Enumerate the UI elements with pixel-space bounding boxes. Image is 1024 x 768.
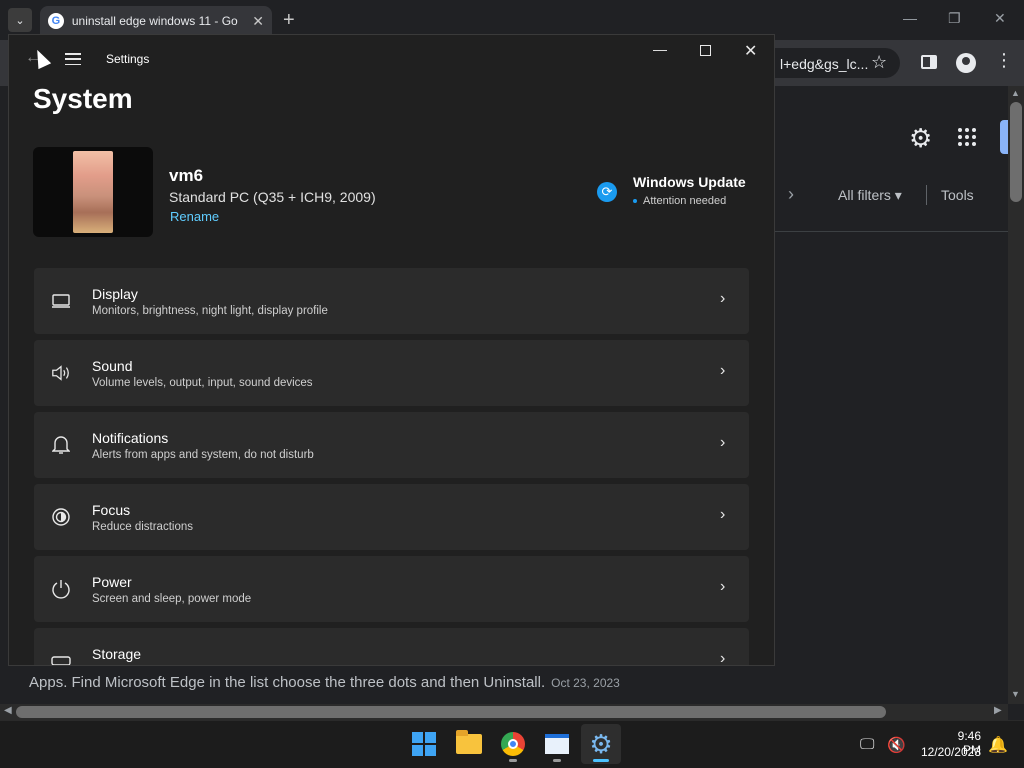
browser-tab[interactable]: G uninstall edge windows 11 - Go ✕ <box>40 6 272 36</box>
settings-item-focus[interactable]: Focus Reduce distractions › <box>34 484 749 550</box>
scroll-right-arrow-icon[interactable]: ▶ <box>994 705 1002 716</box>
power-icon <box>51 579 71 599</box>
browser-close-icon[interactable]: ✕ <box>994 10 1006 27</box>
new-tab-button[interactable]: + <box>283 9 295 32</box>
horizontal-scrollbar-thumb[interactable] <box>16 706 886 718</box>
chevron-right-icon: › <box>720 434 726 451</box>
clock-date[interactable]: 12/20/2023 <box>917 745 981 759</box>
settings-item-description: Reduce distractions <box>92 521 193 533</box>
chevron-right-icon: › <box>720 506 726 523</box>
hamburger-menu-icon[interactable] <box>65 53 81 65</box>
all-filters-button[interactable]: All filters ▾ <box>838 187 902 204</box>
focus-icon <box>51 507 71 527</box>
settings-item-notifications[interactable]: Notifications Alerts from apps and syste… <box>34 412 749 478</box>
results-divider <box>774 231 1008 232</box>
chevron-right-icon[interactable]: › <box>788 184 794 205</box>
snippet-date: Oct 23, 2023 <box>551 676 620 690</box>
chevron-right-icon: › <box>720 290 726 307</box>
profile-icon[interactable] <box>956 53 976 73</box>
settings-item-label: Storage <box>92 646 142 662</box>
app-taskbar-button[interactable] <box>537 724 577 764</box>
windows-update-title[interactable]: Windows Update <box>633 174 746 190</box>
windows-logo-icon <box>412 732 436 756</box>
browser-minimize-icon[interactable]: — <box>903 10 917 26</box>
running-indicator <box>509 759 517 762</box>
active-indicator <box>593 759 609 762</box>
display-icon <box>51 291 71 311</box>
page-title: System <box>33 83 133 114</box>
windows-update-icon[interactable]: ⟳ <box>597 182 617 202</box>
app-title: Settings <box>106 52 150 66</box>
scroll-up-arrow-icon[interactable]: ▲ <box>1011 88 1020 98</box>
settings-gear-icon: ⚙ <box>589 729 613 759</box>
attention-dot-icon <box>633 199 637 203</box>
device-wallpaper-thumbnail <box>33 147 153 237</box>
snippet-text: Apps. Find Microsoft Edge in the list ch… <box>29 674 546 691</box>
more-menu-icon[interactable]: ⋮ <box>995 51 1013 69</box>
settings-item-power[interactable]: Power Screen and sleep, power mode › <box>34 556 749 622</box>
tab-title: uninstall edge windows 11 - Go <box>71 14 238 28</box>
google-apps-grid-icon[interactable] <box>958 128 976 146</box>
device-name: vm6 <box>169 166 204 185</box>
settings-item-label: Sound <box>92 358 133 374</box>
window-app-icon <box>545 734 569 754</box>
tab-close-icon[interactable]: ✕ <box>252 13 264 30</box>
bookmark-star-icon[interactable]: ☆ <box>871 52 887 73</box>
settings-item-description: Alerts from apps and system, do not dist… <box>92 449 314 461</box>
scroll-down-arrow-icon[interactable]: ▼ <box>1011 689 1020 699</box>
settings-item-storage[interactable]: Storage › <box>34 628 749 666</box>
settings-item-description: Monitors, brightness, night light, displ… <box>92 305 328 317</box>
sound-icon <box>51 363 71 383</box>
tab-search-icon[interactable]: ⌄ <box>8 8 32 32</box>
side-panel-icon[interactable] <box>921 55 937 69</box>
minimize-icon[interactable]: — <box>653 41 667 57</box>
windows-update-status: Attention needed <box>643 195 727 207</box>
google-settings-gear-icon[interactable]: ⚙ <box>909 123 932 154</box>
settings-item-description: Volume levels, output, input, sound devi… <box>92 377 313 389</box>
chevron-right-icon: › <box>720 650 726 666</box>
settings-item-display[interactable]: Display Monitors, brightness, night ligh… <box>34 268 749 334</box>
scrollbar-corner <box>1008 704 1024 720</box>
notification-bell-icon[interactable]: 🔔 <box>988 735 1008 755</box>
running-indicator <box>553 759 561 762</box>
bell-icon <box>51 435 71 455</box>
rename-link[interactable]: Rename <box>170 209 219 224</box>
chrome-icon <box>501 732 525 756</box>
settings-window: ← Settings — ✕ System vm6 Standard PC (Q… <box>8 34 775 666</box>
wallpaper-image <box>73 151 113 233</box>
chevron-right-icon: › <box>720 578 726 595</box>
settings-item-label: Notifications <box>92 430 169 446</box>
settings-item-label: Display <box>92 286 138 302</box>
storage-icon <box>51 651 71 665</box>
google-favicon-icon: G <box>48 13 64 29</box>
tools-button[interactable]: Tools <box>941 187 974 203</box>
folder-icon <box>456 730 482 754</box>
chrome-taskbar-button[interactable] <box>493 724 533 764</box>
chevron-right-icon: › <box>720 362 726 379</box>
vertical-scrollbar-thumb[interactable] <box>1010 102 1022 202</box>
address-bar-text[interactable]: l+edg&gs_lc... <box>780 56 868 72</box>
device-model: Standard PC (Q35 + ICH9, 2009) <box>169 189 376 205</box>
network-icon[interactable]: 🖵 <box>860 736 874 753</box>
maximize-icon[interactable] <box>700 45 711 56</box>
start-button[interactable] <box>404 724 444 764</box>
settings-item-label: Power <box>92 574 132 590</box>
settings-item-label: Focus <box>92 502 131 518</box>
settings-item-description: Screen and sleep, power mode <box>92 593 252 605</box>
result-snippet: Apps. Find Microsoft Edge in the list ch… <box>29 674 620 691</box>
filters-divider <box>926 185 927 205</box>
file-explorer-button[interactable] <box>449 724 489 764</box>
settings-taskbar-button[interactable]: ⚙ <box>581 724 621 764</box>
volume-muted-icon[interactable]: 🔇 <box>887 736 906 754</box>
scroll-left-arrow-icon[interactable]: ◀ <box>4 705 12 716</box>
settings-item-sound[interactable]: Sound Volume levels, output, input, soun… <box>34 340 749 406</box>
sign-in-button[interactable] <box>1000 120 1008 154</box>
browser-restore-icon[interactable]: ❐ <box>948 10 961 27</box>
close-icon[interactable]: ✕ <box>744 41 757 61</box>
